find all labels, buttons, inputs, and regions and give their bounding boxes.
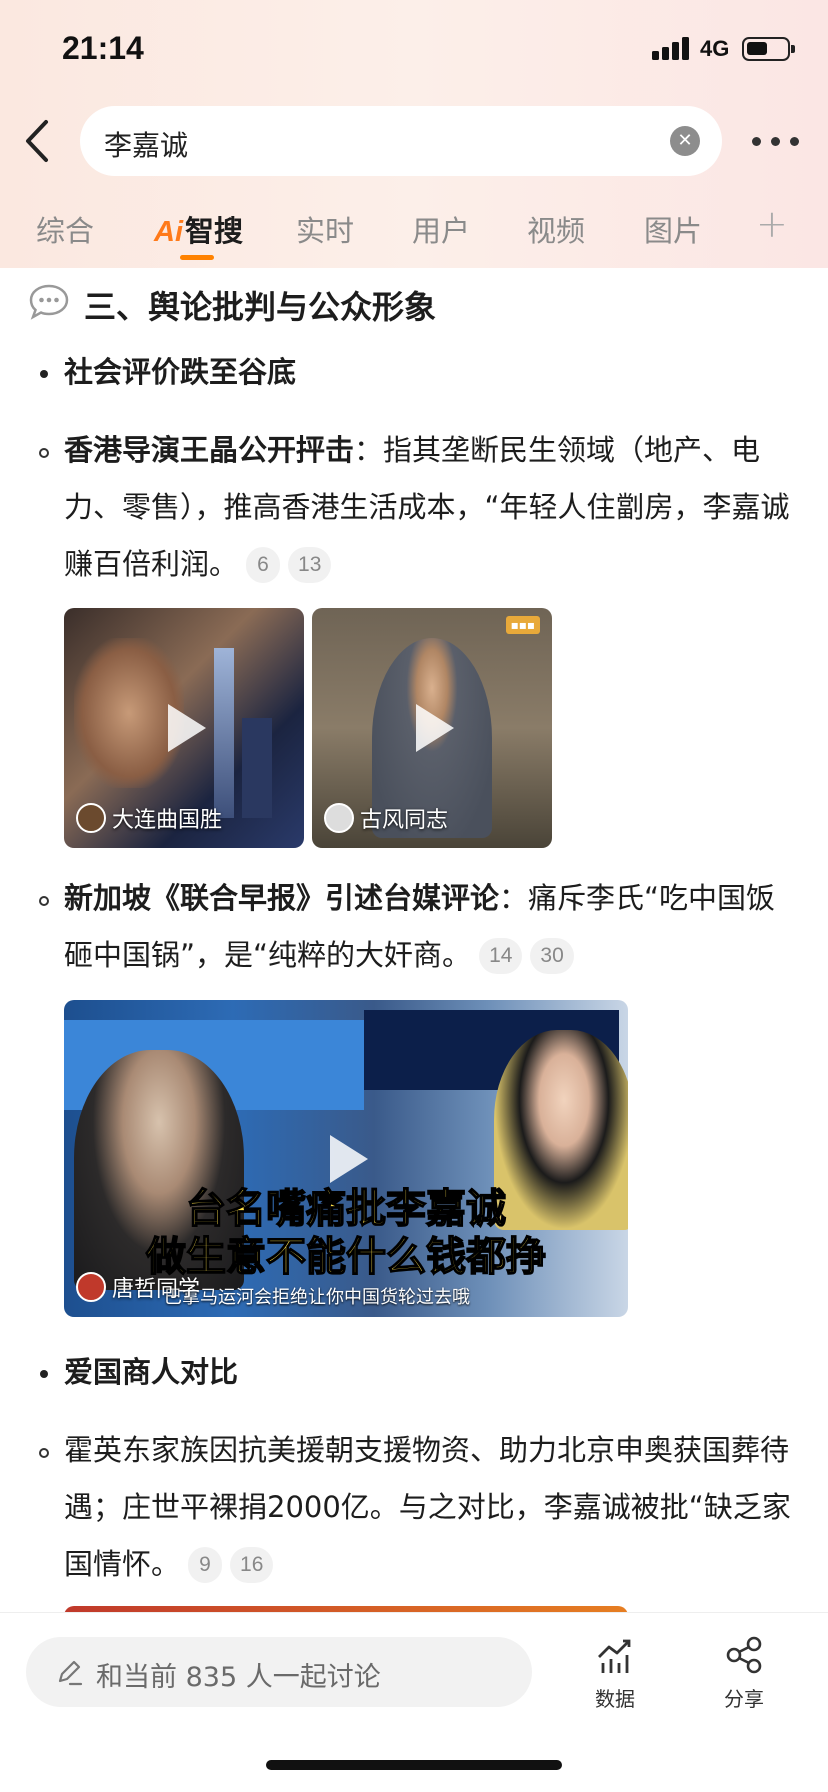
video-author: 唐哲同学	[76, 1271, 200, 1303]
share-button[interactable]: 分享	[704, 1635, 784, 1712]
tab-bar: 综合 Ai智搜 实时 用户 视频 图片 +	[0, 200, 828, 260]
tab-ai-search[interactable]: Ai智搜	[154, 208, 243, 250]
close-icon: ✕	[677, 130, 693, 151]
avatar	[76, 1272, 106, 1302]
citation-badge[interactable]: 30	[530, 938, 574, 974]
speech-bubble-icon	[29, 284, 69, 320]
video-author: 大连曲国胜	[76, 802, 222, 834]
pencil-icon	[58, 1660, 83, 1686]
share-icon	[726, 1636, 762, 1674]
point-heading: 爱国商人对比	[64, 1355, 239, 1389]
video-thumbnail[interactable]: 台名嘴痛批李嘉诚 做生意不能什么钱都挣 巴拿马运河会拒绝让你中国货轮过去哦 唐哲…	[64, 1000, 628, 1317]
bullet-circle	[39, 896, 49, 906]
video-badge: ▪▪▪	[505, 616, 540, 634]
point-heading: 社会评价跌至谷底	[64, 355, 297, 389]
bullet-circle	[39, 448, 49, 458]
video-thumbnail[interactable]: ▪▪▪ 古风同志	[312, 608, 552, 848]
play-icon	[168, 704, 206, 752]
share-label: 分享	[724, 1687, 764, 1711]
skyline-image	[214, 648, 234, 818]
bullet-circle	[39, 1448, 49, 1458]
battery-icon	[742, 37, 795, 61]
citation-badge[interactable]: 14	[479, 938, 523, 974]
list-item: 霍英东家族因抗美援朝支援物资、助力北京申奥获国葬待遇；庄世平裸捐2000亿。与之…	[64, 1433, 791, 1583]
back-button[interactable]	[18, 116, 58, 166]
avatar	[324, 803, 354, 833]
more-options-button[interactable]	[752, 126, 800, 156]
status-time: 21:14	[62, 30, 144, 66]
video-thumbnail[interactable]: 大连曲国胜	[64, 608, 304, 848]
citation-badge[interactable]: 6	[246, 547, 281, 583]
citation-badge[interactable]: 9	[188, 1547, 223, 1583]
list-item: 香港导演王晶公开抨击：指其垄断民生领域（地产、电力、零售），推高香港生活成本，“…	[64, 433, 790, 583]
section-title: 三、舆论批判与公众形象	[84, 288, 437, 326]
play-icon	[330, 1135, 368, 1183]
trend-chart-icon	[598, 1639, 631, 1673]
tab-images[interactable]: 图片	[644, 208, 702, 250]
play-icon	[416, 704, 454, 752]
data-label: 数据	[595, 1687, 635, 1711]
tab-users[interactable]: 用户	[412, 208, 470, 250]
bullet-dot	[40, 370, 48, 378]
search-query: 李嘉诚	[104, 129, 189, 162]
citation-badge[interactable]: 13	[288, 547, 332, 583]
video-author: 古风同志	[324, 802, 448, 834]
bullet-dot	[40, 1370, 48, 1378]
clear-search-button[interactable]: ✕	[670, 126, 700, 156]
discuss-input[interactable]: 和当前 835 人一起讨论	[26, 1637, 532, 1707]
signal-icon	[652, 36, 692, 60]
chevron-left-icon	[26, 120, 48, 162]
data-button[interactable]: 数据	[575, 1635, 655, 1712]
active-tab-indicator	[180, 255, 214, 260]
tab-realtime[interactable]: 实时	[296, 208, 354, 250]
discuss-placeholder: 和当前 835 人一起讨论	[96, 1662, 381, 1693]
ai-logo-icon: Ai	[154, 216, 183, 248]
network-type: 4G	[700, 36, 730, 61]
add-tab-button[interactable]: +	[756, 202, 788, 246]
home-indicator	[266, 1760, 562, 1770]
video-subtitle: 巴拿马运河会拒绝让你中国货轮过去哦	[164, 1287, 470, 1308]
tab-comprehensive[interactable]: 综合	[36, 208, 94, 250]
citation-badge[interactable]: 16	[230, 1547, 274, 1583]
avatar	[76, 803, 106, 833]
search-input[interactable]: 李嘉诚 ✕	[80, 106, 722, 176]
list-item: 新加坡《联合早报》引述台媒评论：痛斥李氏“吃中国饭砸中国锅”，是“纯粹的大奸商。…	[64, 881, 776, 974]
video-caption: 台名嘴痛批李嘉诚 做生意不能什么钱都挣	[145, 1185, 547, 1281]
tab-videos[interactable]: 视频	[527, 208, 585, 250]
